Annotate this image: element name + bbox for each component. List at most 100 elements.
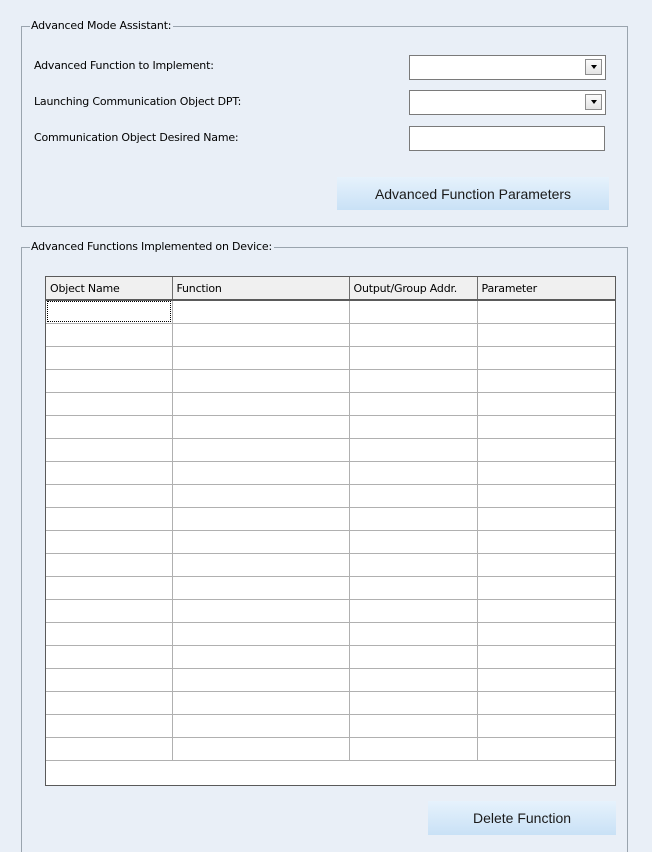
table-cell[interactable] bbox=[349, 484, 478, 508]
table-cell[interactable] bbox=[172, 323, 350, 347]
table-cell[interactable] bbox=[172, 346, 350, 370]
table-cell[interactable] bbox=[172, 668, 350, 692]
table-cell[interactable] bbox=[46, 323, 173, 347]
table-cell[interactable] bbox=[46, 346, 173, 370]
table-cell[interactable] bbox=[477, 645, 615, 669]
table-cell[interactable] bbox=[172, 645, 350, 669]
table-cell[interactable] bbox=[477, 438, 615, 462]
table-cell[interactable] bbox=[349, 323, 478, 347]
table-cell[interactable] bbox=[349, 461, 478, 485]
table-cell[interactable] bbox=[46, 599, 173, 623]
column-header-object-name[interactable]: Object Name bbox=[46, 277, 173, 301]
advanced-function-parameters-button[interactable]: Advanced Function Parameters bbox=[337, 177, 609, 210]
table-cell[interactable] bbox=[46, 691, 173, 715]
table-cell[interactable] bbox=[46, 369, 173, 393]
table-row[interactable] bbox=[46, 622, 615, 646]
table-cell[interactable] bbox=[172, 392, 350, 416]
table-cell[interactable] bbox=[46, 392, 173, 416]
table-cell[interactable] bbox=[46, 484, 173, 508]
implemented-functions-grid[interactable]: Object Name Function Output/Group Addr. … bbox=[45, 276, 616, 786]
table-cell[interactable] bbox=[172, 507, 350, 531]
table-cell[interactable] bbox=[172, 530, 350, 554]
table-cell[interactable] bbox=[477, 714, 615, 738]
table-row[interactable] bbox=[46, 438, 615, 462]
column-header-output-group-addr[interactable]: Output/Group Addr. bbox=[349, 277, 478, 301]
table-cell[interactable] bbox=[477, 300, 615, 324]
table-cell[interactable] bbox=[349, 530, 478, 554]
table-cell[interactable] bbox=[46, 438, 173, 462]
table-row[interactable] bbox=[46, 415, 615, 439]
table-cell[interactable] bbox=[46, 576, 173, 600]
table-cell[interactable] bbox=[349, 392, 478, 416]
table-cell[interactable] bbox=[46, 553, 173, 577]
table-cell[interactable] bbox=[46, 668, 173, 692]
table-cell[interactable] bbox=[46, 507, 173, 531]
table-row[interactable] bbox=[46, 691, 615, 715]
table-cell[interactable] bbox=[172, 714, 350, 738]
table-cell[interactable] bbox=[477, 461, 615, 485]
table-cell[interactable] bbox=[477, 622, 615, 646]
delete-function-button[interactable]: Delete Function bbox=[428, 801, 616, 835]
table-cell[interactable] bbox=[477, 553, 615, 577]
table-cell[interactable] bbox=[46, 737, 173, 761]
table-cell[interactable] bbox=[46, 530, 173, 554]
table-cell[interactable] bbox=[349, 369, 478, 393]
table-row[interactable] bbox=[46, 300, 615, 324]
launching-dpt-select[interactable] bbox=[409, 90, 606, 115]
table-row[interactable] bbox=[46, 461, 615, 485]
table-cell[interactable] bbox=[477, 668, 615, 692]
table-cell[interactable] bbox=[172, 438, 350, 462]
table-cell[interactable] bbox=[46, 714, 173, 738]
table-cell[interactable] bbox=[349, 346, 478, 370]
table-cell[interactable] bbox=[349, 438, 478, 462]
table-cell[interactable] bbox=[349, 668, 478, 692]
table-cell[interactable] bbox=[349, 622, 478, 646]
table-cell[interactable] bbox=[172, 461, 350, 485]
table-row[interactable] bbox=[46, 484, 615, 508]
table-cell[interactable] bbox=[477, 346, 615, 370]
advanced-function-select[interactable] bbox=[409, 55, 606, 80]
table-row[interactable] bbox=[46, 392, 615, 416]
table-row[interactable] bbox=[46, 737, 615, 761]
table-cell[interactable] bbox=[349, 553, 478, 577]
table-cell[interactable] bbox=[477, 576, 615, 600]
table-cell[interactable] bbox=[477, 599, 615, 623]
table-cell[interactable] bbox=[172, 415, 350, 439]
table-cell[interactable] bbox=[172, 369, 350, 393]
table-row[interactable] bbox=[46, 714, 615, 738]
table-row[interactable] bbox=[46, 553, 615, 577]
table-cell[interactable] bbox=[477, 507, 615, 531]
table-row[interactable] bbox=[46, 507, 615, 531]
table-cell[interactable] bbox=[172, 300, 350, 324]
table-cell[interactable] bbox=[477, 484, 615, 508]
column-header-function[interactable]: Function bbox=[172, 277, 350, 301]
table-cell[interactable] bbox=[349, 415, 478, 439]
table-cell[interactable] bbox=[349, 691, 478, 715]
table-cell[interactable] bbox=[46, 645, 173, 669]
table-cell[interactable] bbox=[477, 323, 615, 347]
table-cell[interactable] bbox=[172, 622, 350, 646]
table-cell[interactable] bbox=[477, 530, 615, 554]
table-cell[interactable] bbox=[349, 737, 478, 761]
table-cell[interactable] bbox=[46, 461, 173, 485]
table-cell[interactable] bbox=[172, 553, 350, 577]
table-cell[interactable] bbox=[349, 645, 478, 669]
table-cell[interactable] bbox=[172, 484, 350, 508]
table-row[interactable] bbox=[46, 599, 615, 623]
table-cell[interactable] bbox=[349, 714, 478, 738]
table-cell[interactable] bbox=[172, 737, 350, 761]
table-cell[interactable] bbox=[477, 415, 615, 439]
table-cell[interactable] bbox=[477, 691, 615, 715]
table-row[interactable] bbox=[46, 645, 615, 669]
table-cell[interactable] bbox=[349, 576, 478, 600]
table-cell[interactable] bbox=[172, 576, 350, 600]
table-cell[interactable] bbox=[172, 691, 350, 715]
table-cell[interactable] bbox=[349, 599, 478, 623]
table-cell[interactable] bbox=[349, 300, 478, 324]
table-row[interactable] bbox=[46, 668, 615, 692]
object-name-input[interactable] bbox=[409, 126, 605, 151]
table-cell[interactable] bbox=[172, 599, 350, 623]
table-cell[interactable] bbox=[477, 737, 615, 761]
table-row[interactable] bbox=[46, 530, 615, 554]
table-cell[interactable] bbox=[46, 300, 173, 324]
